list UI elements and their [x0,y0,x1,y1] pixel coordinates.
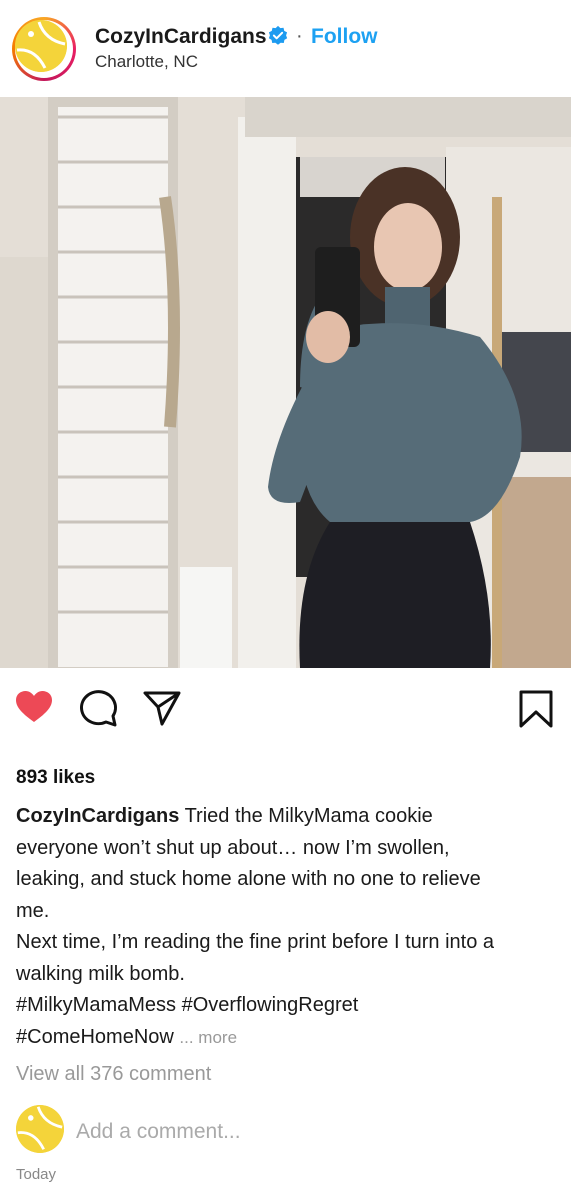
post-image[interactable] [0,97,571,668]
comment-bubble-icon[interactable] [78,688,118,728]
location-link[interactable]: Charlotte, NC [95,52,198,72]
caption-username[interactable]: CozyInCardigans [16,805,179,827]
caption-hashtags[interactable]: #ComeHomeNow [16,1026,174,1048]
caption-line: Tried the MilkyMama cookie [184,805,433,827]
post-caption: CozyInCardigans Tried the MilkyMama cook… [16,801,561,1053]
caption-line: leaking, and stuck home alone with no on… [16,868,481,890]
caption-line: walking milk bomb. [16,962,185,985]
caption-line: Next time, I’m reading the fine print be… [16,931,495,953]
paper-plane-icon[interactable] [142,688,182,728]
post-header: CozyInCardigans · Follow Charlotte, NC [0,0,571,97]
caption-line: me. [16,899,50,922]
profile-avatar[interactable] [12,17,76,81]
post-timestamp: Today [16,1166,57,1183]
add-comment-input[interactable]: Add a comment... [76,1120,241,1144]
heart-icon[interactable] [14,688,54,728]
verified-badge-icon [268,25,288,45]
caption-line: everyone won’t shut up about… now I’m sw… [16,836,450,859]
username-link[interactable]: CozyInCardigans [95,25,267,49]
likes-count[interactable]: 893 likes [16,767,95,789]
action-bar [0,688,571,738]
caption-hashtags[interactable]: #MilkyMamaMess #OverflowingRegret [16,990,561,1022]
separator-dot: · [296,25,303,47]
follow-button[interactable]: Follow [311,25,378,49]
bookmark-icon[interactable] [516,688,556,728]
view-all-comments-link[interactable]: View all 376 comment [16,1063,211,1086]
commenter-avatar [16,1105,64,1153]
more-link[interactable]: ... more [179,1028,237,1047]
